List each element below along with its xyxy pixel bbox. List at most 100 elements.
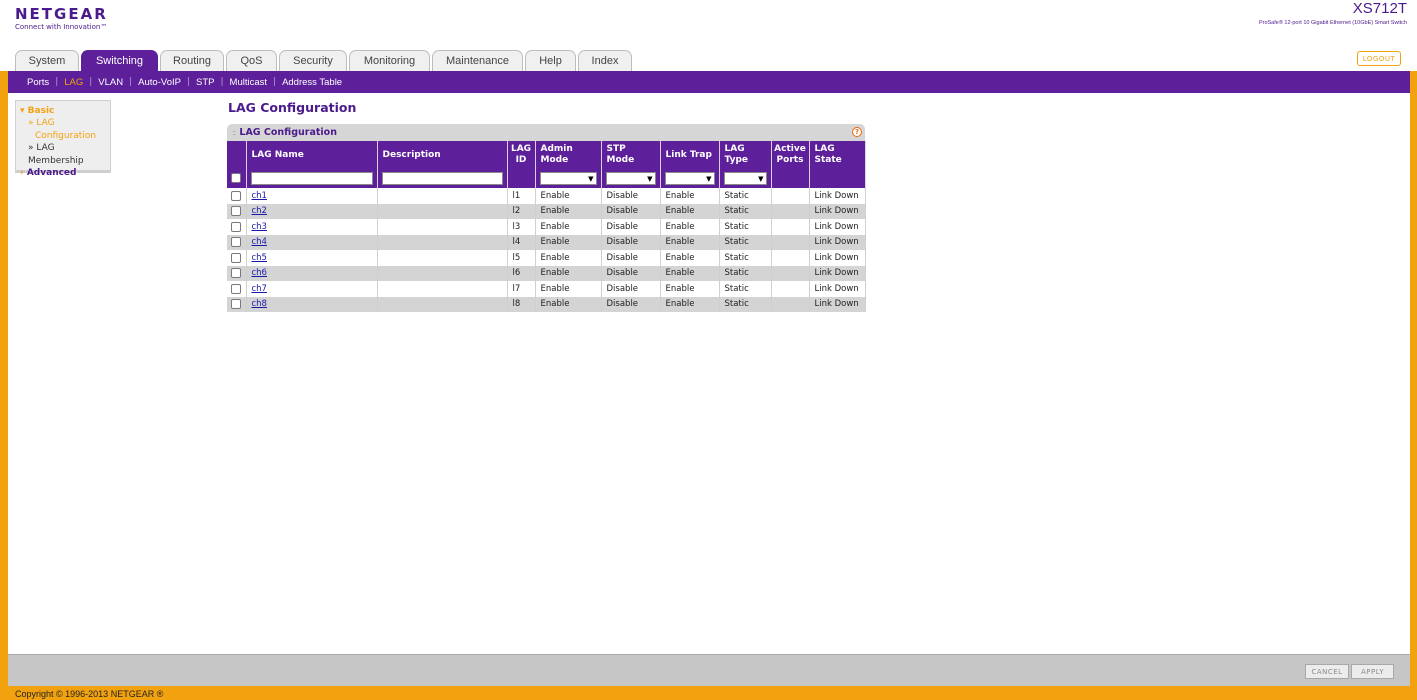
logout-button[interactable]: LOGOUT [1357,51,1401,66]
brand-tagline: Connect with Innovation™ [15,23,108,31]
lag-name-link[interactable]: ch3 [252,222,267,232]
row-checkbox[interactable] [231,190,242,201]
cell-stp-mode: Disable [601,250,661,266]
main-content: ▾ Basic » LAG Configuration » LAG Member… [8,93,1410,654]
cell-description [377,203,508,219]
cell-lag-state: Link Down [809,250,866,266]
cell-admin-mode: Enable [535,219,602,235]
cell-stp-mode: Disable [601,188,661,204]
cell-description [377,265,508,281]
cell-lag-state: Link Down [809,219,866,235]
cell-lag-type: Static [719,234,772,250]
cell-active-ports [771,219,810,235]
lag-name-link[interactable]: ch7 [252,284,267,294]
cell-active-ports [771,296,810,312]
subnav-separator: | [55,77,59,87]
cell-description [377,296,508,312]
cell-admin-mode: Enable [535,188,602,204]
lag-name-link[interactable]: ch1 [252,191,267,201]
table-row: ch8 l8 Enable Disable Enable Static Link… [227,296,866,312]
tab-security[interactable]: Security [279,50,347,71]
tab-routing[interactable]: Routing [160,50,224,71]
subnav-auto-voip[interactable]: Auto-VoIP [138,77,181,88]
model-info: XS712T ProSafe® 12-port 10 Gigabit Ether… [1259,0,1407,26]
subnav-separator: | [220,77,224,87]
lag-name-input[interactable] [250,172,373,185]
subnav-ports[interactable]: Ports [27,77,49,88]
cell-admin-mode: Enable [535,250,602,266]
cell-active-ports [771,281,810,297]
cell-stp-mode: Disable [601,234,661,250]
lag-name-link[interactable]: ch5 [252,253,267,263]
cell-description [377,188,508,204]
lag-name-link[interactable]: ch6 [252,268,267,278]
table-row: ch7 l7 Enable Disable Enable Static Link… [227,281,866,297]
lag-name-link[interactable]: ch8 [252,299,267,309]
menu-group-basic[interactable]: ▾ Basic [20,105,110,117]
tab-help[interactable]: Help [525,50,576,71]
header: NETGEAR Connect with Innovation™ XS712T … [0,0,1417,71]
collapse-arrow-icon: › [20,168,27,178]
table-row: ch5 l5 Enable Disable Enable Static Link… [227,250,866,266]
admin-mode-select[interactable]: ▼ [539,172,597,185]
row-checkbox[interactable] [231,283,242,294]
action-bar: CANCEL APPLY [8,654,1410,686]
cancel-button[interactable]: CANCEL [1305,664,1349,679]
cell-lag-id: l1 [507,188,536,204]
subnav-multicast[interactable]: Multicast [230,77,267,88]
cell-lag-state: Link Down [809,234,866,250]
description-input[interactable] [381,172,503,185]
header-admin-mode: Admin Mode [535,141,602,169]
lag-name-link[interactable]: ch2 [252,206,267,216]
cell-lag-id: l2 [507,203,536,219]
cell-lag-state: Link Down [809,265,866,281]
select-all-checkbox[interactable] [231,173,242,184]
link-trap-select[interactable]: ▼ [664,172,715,185]
cell-lag-state: Link Down [809,281,866,297]
tab-system[interactable]: System [15,50,79,71]
subnav-vlan[interactable]: VLAN [98,77,123,88]
tab-switching[interactable]: Switching [81,50,158,71]
cell-admin-mode: Enable [535,296,602,312]
cell-description [377,234,508,250]
menu-item-lag-membership[interactable]: » LAG Membership [20,142,110,167]
stp-mode-select[interactable]: ▼ [605,172,656,185]
table-header-row: LAG Name Description LAG ID Admin Mode S… [227,141,866,169]
lag-name-link[interactable]: ch4 [252,237,267,247]
row-checkbox[interactable] [231,268,242,278]
cell-lag-id: l6 [507,265,536,281]
tab-monitoring[interactable]: Monitoring [349,50,430,71]
table-row: ch6 l6 Enable Disable Enable Static Link… [227,265,866,281]
cell-active-ports [771,203,810,219]
cell-stp-mode: Disable [601,203,661,219]
tab-index[interactable]: Index [578,50,632,71]
cell-admin-mode: Enable [535,281,602,297]
cell-lag-id: l4 [507,234,536,250]
lag-configuration-panel: :: LAG Configuration ? LAG Name Descript… [227,124,866,312]
lag-type-select[interactable]: ▼ [723,172,767,185]
menu-group-advanced[interactable]: › Advanced [20,167,110,179]
cell-active-ports [771,188,810,204]
subnav-stp[interactable]: STP [196,77,214,88]
cell-admin-mode: Enable [535,234,602,250]
cell-lag-id: l7 [507,281,536,297]
tab-qos[interactable]: QoS [226,50,277,71]
model-description: ProSafe® 12-port 10 Gigabit Ethernet (10… [1258,20,1407,26]
tab-maintenance[interactable]: Maintenance [432,50,523,71]
cell-lag-type: Static [719,250,772,266]
subnav-lag[interactable]: LAG [64,77,83,88]
help-icon[interactable]: ? [852,127,862,137]
row-checkbox[interactable] [231,221,242,232]
row-checkbox[interactable] [231,299,242,309]
subnav-address-table[interactable]: Address Table [282,77,342,88]
menu-item-lag-configuration[interactable]: » LAG Configuration [20,117,110,142]
row-checkbox[interactable] [231,206,242,216]
chevron-down-icon: ▼ [588,174,594,183]
row-checkbox[interactable] [231,252,242,263]
apply-button[interactable]: APPLY [1351,664,1394,679]
row-checkbox[interactable] [231,237,242,247]
header-link-trap: Link Trap [660,141,720,169]
cell-link-trap: Enable [660,219,720,235]
cell-lag-state: Link Down [809,203,866,219]
table-row: ch3 l3 Enable Disable Enable Static Link… [227,219,866,235]
